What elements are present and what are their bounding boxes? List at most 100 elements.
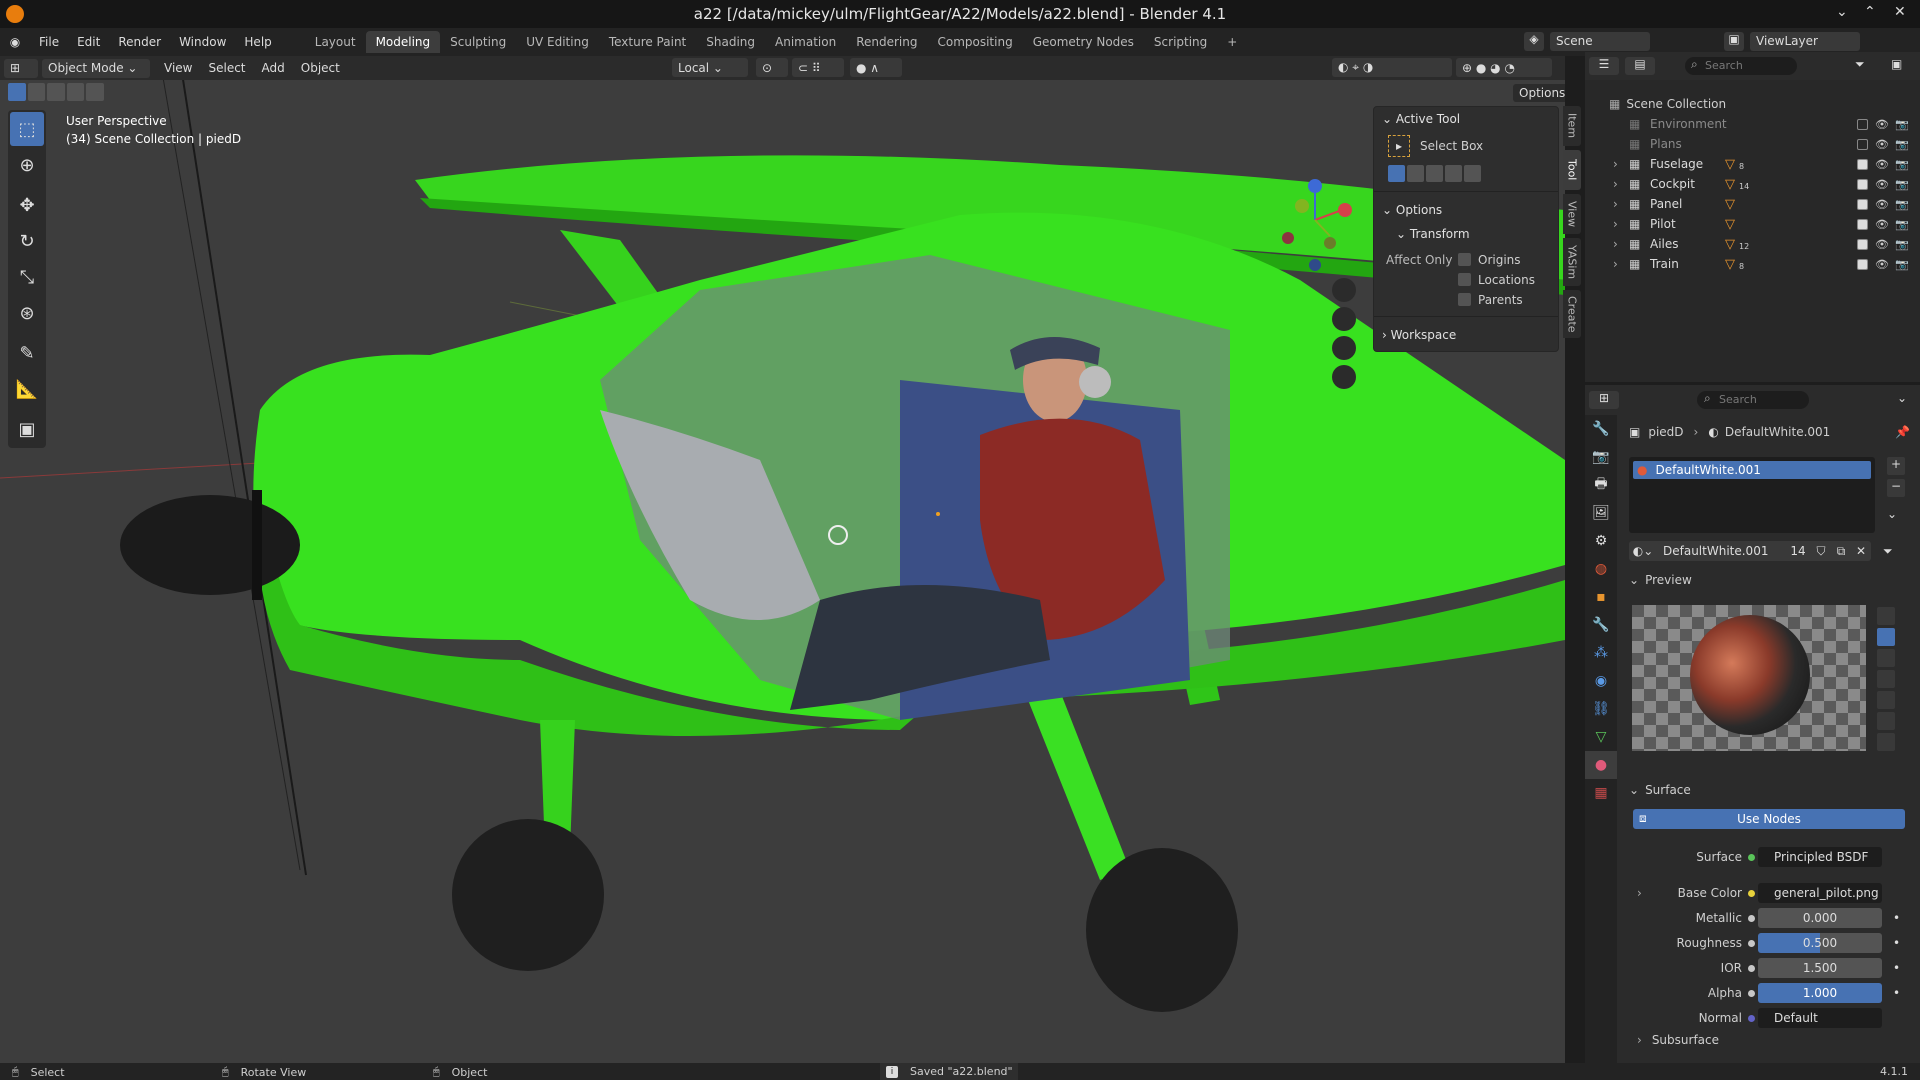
browse-node-icon[interactable]: ⏷ (1883, 544, 1893, 559)
add-slot-icon[interactable]: + (1887, 457, 1905, 475)
mode-intersect-icon[interactable] (1464, 164, 1481, 182)
output-props-icon[interactable]: 🖶 (1585, 471, 1617, 499)
tab-scripting[interactable]: Scripting (1144, 31, 1217, 53)
normal-field[interactable]: Default (1758, 1008, 1882, 1028)
gizmo-y-axis[interactable] (1295, 199, 1309, 213)
render-camera-icon[interactable]: 📷 (1895, 218, 1909, 231)
exclude-checkbox[interactable] (1857, 118, 1868, 130)
transform-header[interactable]: ⌄ Transform (1374, 222, 1558, 246)
tab-modeling[interactable]: Modeling (365, 31, 441, 53)
mode-subtract-icon[interactable] (1426, 164, 1443, 182)
camera-view-icon[interactable] (1332, 336, 1356, 360)
move-tool-icon[interactable]: ✥ (10, 188, 44, 222)
scene-field[interactable]: Scene (1550, 32, 1650, 51)
active-tool-header[interactable]: ⌄ Active Tool (1374, 107, 1558, 131)
snap-icon[interactable]: ⊂ ⠿ (792, 58, 844, 77)
tab-uv-editing[interactable]: UV Editing (516, 31, 599, 53)
transform-tool-icon[interactable]: ⊛ (10, 296, 44, 330)
alpha-keyframe-icon[interactable]: • (1893, 986, 1900, 1000)
visibility-eye-icon[interactable]: 👁 (1875, 258, 1889, 271)
expand-arrow-icon[interactable]: › (1613, 157, 1618, 171)
outliner-row[interactable]: › ▦ Pilot ▽ 👁 📷 (1585, 214, 1920, 234)
overlays-icon[interactable]: ◐ ⌖ ◑ (1332, 58, 1452, 77)
subsurface-row[interactable]: › Subsurface (1637, 1033, 1719, 1047)
render-camera-icon[interactable]: 📷 (1895, 238, 1909, 251)
render-camera-icon[interactable]: 📷 (1895, 258, 1909, 271)
unlink-material-icon[interactable]: ✕ (1851, 541, 1871, 561)
gizmo-neg-y-axis[interactable] (1324, 237, 1336, 249)
preview-monkey-icon[interactable] (1877, 691, 1895, 709)
filter-icon[interactable]: ⏷ (1855, 57, 1865, 72)
slot-specials-icon[interactable]: ⌄ (1887, 507, 1897, 521)
surface-shader-field[interactable]: Principled BSDF (1758, 847, 1882, 867)
exclude-checkbox[interactable] (1857, 138, 1868, 150)
gizmo-neg-x-axis[interactable] (1282, 232, 1294, 244)
visibility-eye-icon[interactable]: 👁 (1875, 218, 1889, 231)
texture-props-icon[interactable]: ▦ (1585, 779, 1617, 807)
menu-edit[interactable]: Edit (68, 35, 109, 49)
pan-view-icon[interactable] (1332, 307, 1356, 331)
preview-hair-icon[interactable] (1877, 670, 1895, 688)
data-props-icon[interactable]: ▽ (1585, 723, 1617, 751)
locations-row[interactable]: Locations (1374, 270, 1558, 290)
tab-texture-paint[interactable]: Texture Paint (599, 31, 696, 53)
preview-sphere-icon[interactable] (1877, 628, 1895, 646)
props-options-icon[interactable]: ⌄ (1897, 391, 1907, 405)
constraints-props-icon[interactable]: ⛓ (1585, 695, 1617, 723)
particles-props-icon[interactable]: ⁂ (1585, 639, 1617, 667)
menu-select[interactable]: Select (200, 61, 253, 75)
origins-row[interactable]: Affect Only Origins (1374, 250, 1558, 270)
display-mode-icon[interactable]: ▤ (1625, 57, 1655, 75)
base-color-field[interactable]: general_pilot.png (1758, 883, 1882, 903)
visibility-eye-icon[interactable]: 👁 (1875, 198, 1889, 211)
rotate-tool-icon[interactable]: ↻ (10, 224, 44, 258)
metallic-keyframe-icon[interactable]: • (1893, 911, 1900, 925)
scene-props-icon[interactable]: ⚙ (1585, 527, 1617, 555)
outliner-row[interactable]: › ▦ Panel ▽ 👁 📷 (1585, 194, 1920, 214)
visibility-eye-icon[interactable]: 👁 (1875, 138, 1889, 151)
expand-arrow-icon[interactable]: › (1613, 177, 1618, 191)
measure-tool-icon[interactable]: 📐 (10, 372, 44, 406)
preview-fluid-icon[interactable] (1877, 733, 1895, 751)
render-camera-icon[interactable]: 📷 (1895, 138, 1909, 151)
render-camera-icon[interactable]: 📷 (1895, 118, 1909, 131)
material-users-count[interactable]: 14 (1785, 541, 1811, 561)
exclude-checkbox[interactable] (1857, 178, 1868, 190)
close-icon[interactable]: ✕ (1894, 4, 1906, 20)
expand-arrow-icon[interactable]: › (1613, 217, 1618, 231)
modifier-props-icon[interactable]: 🔧 (1585, 611, 1617, 639)
tab-sculpting[interactable]: Sculpting (440, 31, 516, 53)
menu-add[interactable]: Add (254, 61, 293, 75)
tab-item[interactable]: Item (1563, 106, 1581, 146)
select-extend-icon[interactable] (27, 83, 46, 101)
menu-view[interactable]: View (156, 61, 200, 75)
expand-base-color-icon[interactable]: › (1637, 886, 1642, 900)
workspace-header[interactable]: › Workspace (1374, 323, 1558, 347)
tab-tool[interactable]: Tool (1563, 150, 1581, 190)
metallic-field[interactable]: 0.000 (1758, 908, 1882, 928)
origins-checkbox[interactable] (1458, 253, 1471, 266)
pivot-icon[interactable]: ⊙ (756, 58, 788, 77)
outliner-row[interactable]: › ▦ Ailes ▽ 12 👁 📷 (1585, 234, 1920, 254)
properties-editor-icon[interactable]: ⊞ (1589, 391, 1619, 409)
pin-icon[interactable]: 📌 (1895, 425, 1910, 439)
use-nodes-button[interactable]: ⧈ Use Nodes (1633, 809, 1905, 829)
menu-object[interactable]: Object (293, 61, 348, 75)
material-slot-row[interactable]: ● DefaultWhite.001 (1633, 461, 1871, 479)
exclude-checkbox[interactable] (1857, 158, 1868, 170)
render-camera-icon[interactable]: 📷 (1895, 178, 1909, 191)
ior-field[interactable]: 1.500 (1758, 958, 1882, 978)
select-intersect-icon[interactable] (86, 83, 104, 101)
visibility-eye-icon[interactable]: 👁 (1875, 118, 1889, 131)
physics-props-icon[interactable]: ◉ (1585, 667, 1617, 695)
outliner-row[interactable]: ▦ Environment 👁 📷 (1585, 114, 1920, 134)
render-props-icon[interactable]: 📷 (1585, 443, 1617, 471)
mode-set-icon[interactable] (1388, 164, 1405, 182)
material-props-icon[interactable]: ● (1585, 751, 1617, 779)
editor-type-icon[interactable]: ⊞ (4, 58, 38, 78)
material-name-field[interactable]: DefaultWhite.001 (1657, 541, 1785, 561)
render-camera-icon[interactable]: 📷 (1895, 198, 1909, 211)
properties-search-input[interactable]: Search (1697, 391, 1809, 409)
expand-arrow-icon[interactable]: › (1613, 237, 1618, 251)
outliner-row[interactable]: › ▦ Train ▽ 8 👁 📷 (1585, 254, 1920, 274)
